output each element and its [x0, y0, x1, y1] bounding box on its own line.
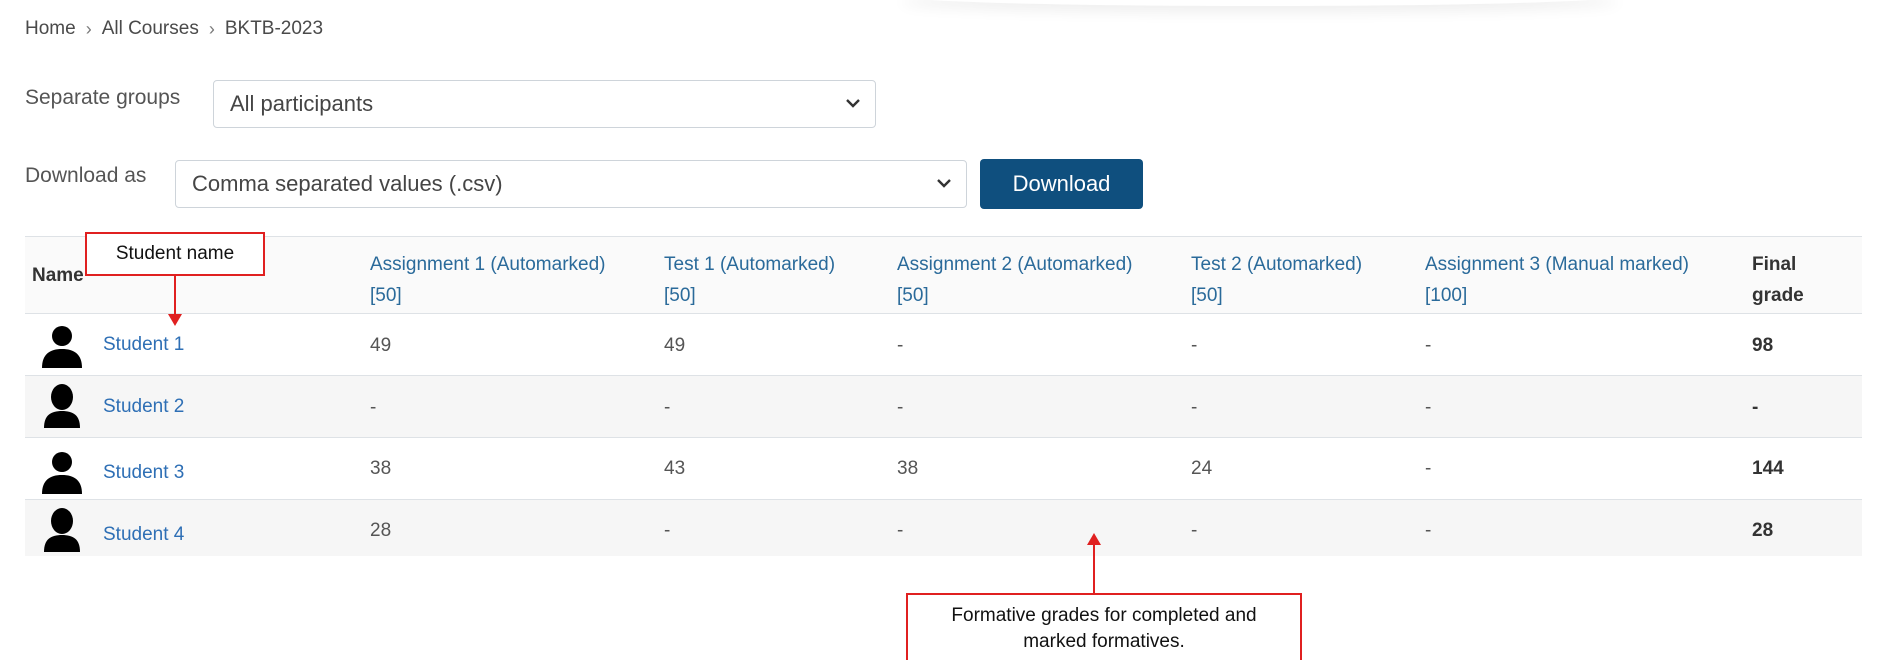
breadcrumb-home[interactable]: Home — [25, 18, 76, 40]
avatar-icon — [42, 326, 82, 368]
grade-cell[interactable]: - — [1425, 520, 1431, 542]
annotation-line: Formative grades for completed and — [951, 605, 1257, 626]
student-name-link[interactable]: Student 3 — [103, 462, 184, 484]
column-title: Assignment 3 (Manual marked) — [1425, 254, 1689, 275]
grade-cell[interactable]: 24 — [1191, 458, 1212, 480]
grades-table: Name Assignment 1 (Automarked) [50] Test… — [25, 236, 1862, 556]
chevron-right-icon: › — [208, 18, 215, 39]
final-grade-cell: 144 — [1752, 458, 1784, 479]
student-name-link[interactable]: Student 1 — [103, 334, 184, 356]
table-row: Student 4 28 - - - - 28 — [25, 500, 1862, 556]
grade-cell[interactable]: - — [370, 397, 376, 419]
download-label: Download as — [25, 164, 147, 187]
breadcrumb: Home › All Courses › BKTB-2023 — [25, 18, 323, 40]
table-header: Name Assignment 1 (Automarked) [50] Test… — [25, 236, 1862, 314]
chevron-right-icon: › — [85, 18, 92, 39]
grade-cell[interactable]: - — [897, 520, 903, 542]
annotation-arrow-line — [174, 276, 176, 316]
groups-row: Separate groups — [25, 86, 180, 110]
arrow-down-icon — [168, 314, 182, 326]
table-row: Student 2 - - - - - - — [25, 376, 1862, 438]
groups-label: Separate groups — [25, 86, 181, 109]
column-max: [50] — [897, 285, 929, 306]
breadcrumb-all-courses[interactable]: All Courses — [102, 18, 199, 40]
column-title: Test 2 (Automarked) — [1191, 254, 1363, 275]
annotation-formative-grades: Formative grades for completed and marke… — [906, 593, 1302, 660]
final-grade-header[interactable]: Final grade — [1752, 249, 1832, 311]
column-max: [50] — [664, 285, 696, 306]
grade-cell[interactable]: 38 — [897, 458, 918, 480]
grade-cell[interactable]: - — [1425, 397, 1431, 419]
grade-cell[interactable]: - — [1191, 335, 1197, 357]
final-grade-cell: - — [1752, 397, 1759, 418]
grade-cell[interactable]: - — [664, 520, 670, 542]
column-header-assignment-2[interactable]: Assignment 2 (Automarked) [50] — [897, 249, 1133, 311]
table-row: Student 1 49 49 - - - 98 — [25, 314, 1862, 376]
avatar-icon — [44, 508, 80, 552]
avatar-icon — [42, 452, 82, 494]
column-header-test-1[interactable]: Test 1 (Automarked) [50] — [664, 249, 835, 311]
final-grade-cell: 98 — [1752, 335, 1774, 356]
column-max: [50] — [1191, 285, 1223, 306]
chevron-down-icon — [937, 179, 951, 188]
download-row: Download as — [25, 164, 146, 188]
final-grade-cell: 28 — [1752, 520, 1774, 541]
grade-cell[interactable]: 43 — [664, 458, 685, 480]
column-header-test-2[interactable]: Test 2 (Automarked) [50] — [1191, 249, 1362, 311]
groups-select-value: All participants — [230, 91, 374, 116]
grade-cell[interactable]: - — [1425, 458, 1431, 480]
annotation-student-name: Student name — [85, 232, 265, 276]
column-title: Assignment 1 (Automarked) — [370, 254, 606, 275]
table-row: Student 3 38 43 38 24 - 144 — [25, 438, 1862, 500]
grade-cell[interactable]: 38 — [370, 458, 391, 480]
grade-cell[interactable]: - — [897, 397, 903, 419]
download-button[interactable]: Download — [980, 159, 1143, 209]
download-format-value: Comma separated values (.csv) — [192, 171, 503, 196]
download-format-select[interactable]: Comma separated values (.csv) — [175, 160, 967, 208]
grade-cell[interactable]: - — [664, 397, 670, 419]
column-header-assignment-1[interactable]: Assignment 1 (Automarked) [50] — [370, 249, 606, 311]
grade-cell[interactable]: - — [1425, 335, 1431, 357]
grade-cell[interactable]: - — [1191, 397, 1197, 419]
column-max: [50] — [370, 285, 402, 306]
name-header[interactable]: Name — [32, 265, 84, 287]
column-title: Assignment 2 (Automarked) — [897, 254, 1133, 275]
grade-cell[interactable]: 49 — [664, 335, 685, 357]
chevron-down-icon — [846, 99, 860, 108]
student-name-link[interactable]: Student 2 — [103, 396, 184, 418]
top-shadow — [900, 0, 1620, 6]
column-title: Test 1 (Automarked) — [664, 254, 836, 275]
grade-cell[interactable]: 49 — [370, 335, 391, 357]
grade-cell[interactable]: - — [897, 335, 903, 357]
student-name-link[interactable]: Student 4 — [103, 524, 184, 546]
column-max: [100] — [1425, 285, 1468, 306]
column-header-assignment-3[interactable]: Assignment 3 (Manual marked) [100] — [1425, 249, 1689, 311]
breadcrumb-current-course[interactable]: BKTB-2023 — [225, 18, 323, 40]
grade-cell[interactable]: 28 — [370, 520, 391, 542]
grade-cell[interactable]: - — [1191, 520, 1197, 542]
groups-select[interactable]: All participants — [213, 80, 876, 128]
annotation-arrow-line — [1093, 544, 1095, 594]
annotation-line: marked formatives. — [1023, 631, 1185, 652]
avatar-icon — [44, 384, 80, 428]
